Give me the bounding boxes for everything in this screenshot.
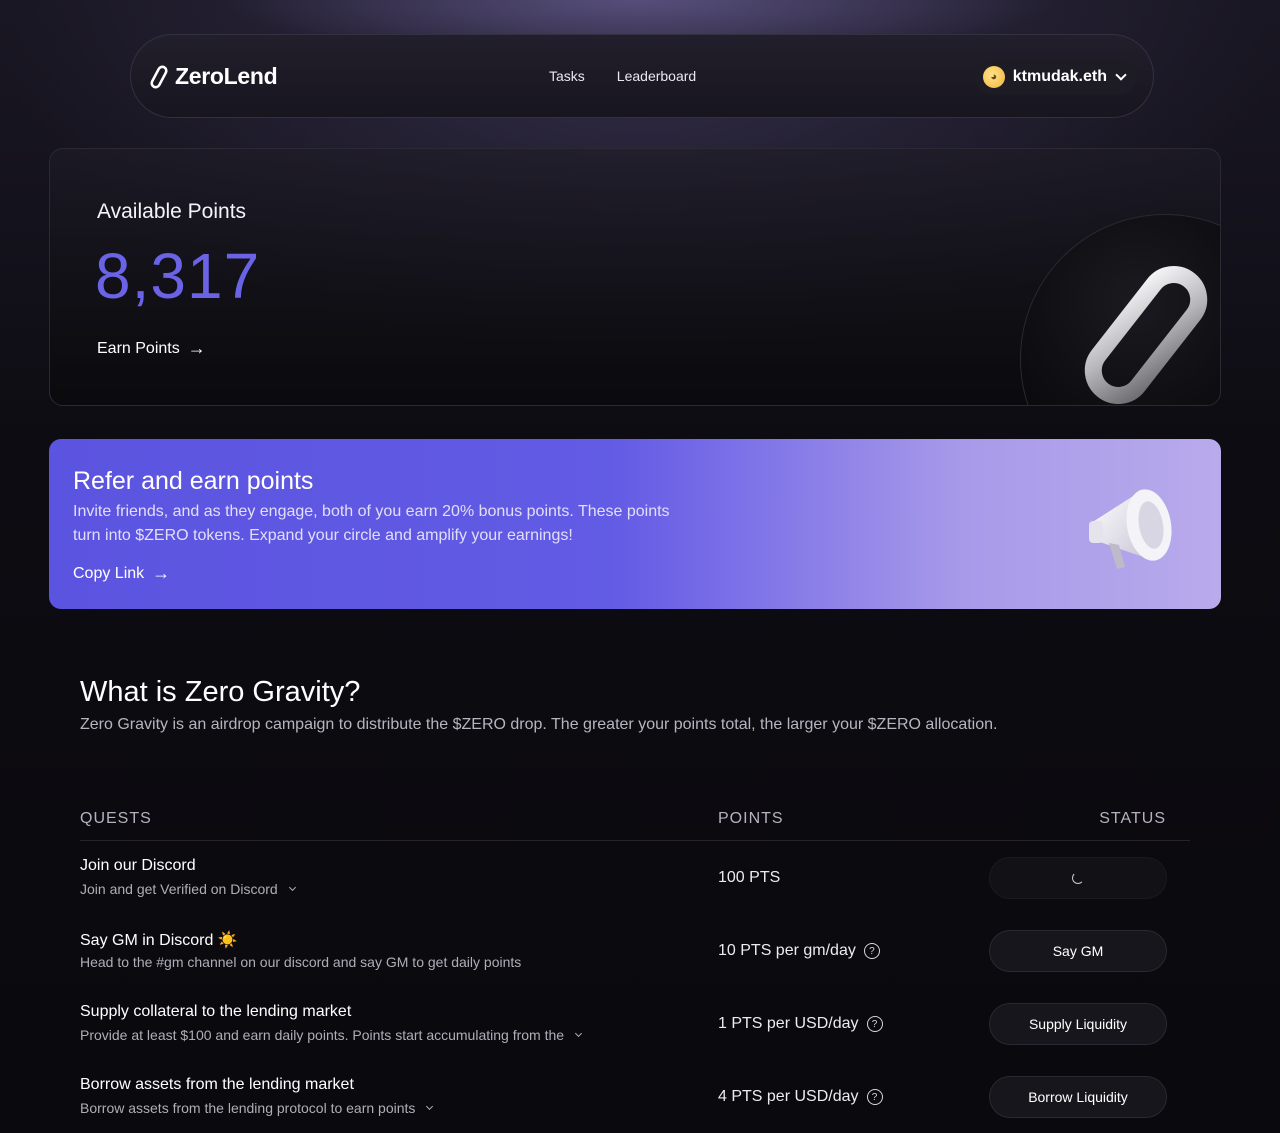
points-label: Available Points	[97, 200, 247, 223]
points-value: 8,317	[95, 240, 261, 312]
quest-title: Say GM in Discord ☀️	[80, 932, 238, 949]
help-icon[interactable]: ?	[863, 943, 880, 959]
about-title: What is Zero Gravity?	[80, 676, 361, 708]
megaphone-icon	[1079, 471, 1189, 586]
arrow-right-icon: →	[187, 338, 206, 358]
top-navbar: ZeroLend Tasks Leaderboard ◕ ktmudak.eth	[130, 34, 1154, 118]
copy-link-label: Copy Link	[73, 564, 145, 582]
header-status: STATUS	[1099, 810, 1166, 827]
chevron-down-icon	[575, 1029, 583, 1038]
brand-name: ZeroLend	[175, 63, 278, 89]
earn-points-label: Earn Points	[97, 339, 180, 357]
nav-leaderboard[interactable]: Leaderboard	[617, 68, 696, 84]
chevron-down-icon	[426, 1102, 434, 1111]
quest-title: Supply collateral to the lending market	[80, 1003, 352, 1020]
header-points: POINTS	[718, 810, 784, 827]
points-card: Available Points 8,317 Earn Points →	[49, 148, 1221, 406]
about-description: Zero Gravity is an airdrop campaign to d…	[80, 716, 998, 733]
borrow-liquidity-button[interactable]: Borrow Liquidity	[989, 1076, 1167, 1118]
table-row: Join our Discord Join and get Verified o…	[80, 841, 1190, 914]
say-gm-button[interactable]: Say GM	[989, 930, 1167, 972]
user-name: ktmudak.eth	[1012, 68, 1107, 85]
refer-title: Refer and earn points	[73, 467, 314, 495]
help-icon[interactable]: ?	[866, 1089, 883, 1105]
zero-3d-icon	[1084, 266, 1208, 404]
nav-tasks[interactable]: Tasks	[549, 68, 585, 84]
avatar: ◕	[982, 66, 1005, 88]
quest-points: 4 PTS per USD/day ?	[718, 1088, 883, 1106]
zerolend-logo-icon	[149, 65, 169, 89]
chevron-down-icon	[1115, 69, 1127, 81]
header-quests: QUESTS	[80, 810, 152, 827]
quest-subtitle-text: Head to the #gm channel on our discord a…	[80, 954, 522, 970]
quest-subtitle[interactable]: Borrow assets from the lending protocol …	[80, 1100, 434, 1116]
quest-points-text: 10 PTS per gm/day	[718, 942, 856, 959]
copy-link-button[interactable]: Copy Link →	[73, 563, 170, 584]
quest-status-loading	[989, 857, 1167, 899]
supply-liquidity-button[interactable]: Supply Liquidity	[989, 1003, 1167, 1045]
arrow-right-icon: →	[152, 563, 171, 583]
quest-points: 100 PTS	[718, 869, 781, 886]
help-icon[interactable]: ?	[866, 1016, 883, 1032]
earn-points-link[interactable]: Earn Points →	[97, 338, 206, 359]
quest-subtitle-text: Join and get Verified on Discord	[80, 881, 278, 897]
table-row: Say GM in Discord ☀️ Head to the #gm cha…	[80, 914, 1190, 987]
quest-title: Borrow assets from the lending market	[80, 1076, 354, 1093]
quest-points: 1 PTS per USD/day ?	[718, 1015, 883, 1033]
quest-subtitle-text: Provide at least $100 and earn daily poi…	[80, 1027, 565, 1043]
refer-description: Invite friends, and as they engage, both…	[73, 503, 670, 544]
quests-table: QUESTS POINTS STATUS Join our Discord Jo…	[80, 810, 1190, 1133]
quest-title: Join our Discord	[80, 857, 196, 874]
brand-logo[interactable]: ZeroLend	[149, 63, 278, 90]
quest-subtitle[interactable]: Provide at least $100 and earn daily poi…	[80, 1027, 583, 1043]
table-row: Supply collateral to the lending market …	[80, 987, 1190, 1060]
table-header: QUESTS POINTS STATUS	[80, 810, 1190, 841]
chevron-down-icon	[288, 883, 296, 892]
quest-points-text: 4 PTS per USD/day	[718, 1088, 859, 1105]
quest-subtitle-text: Borrow assets from the lending protocol …	[80, 1100, 416, 1116]
quest-subtitle: Head to the #gm channel on our discord a…	[80, 954, 521, 970]
spinner-icon	[1072, 872, 1084, 884]
user-menu[interactable]: ◕ ktmudak.eth	[974, 59, 1137, 95]
quest-subtitle[interactable]: Join and get Verified on Discord	[80, 881, 296, 897]
table-row: Borrow assets from the lending market Bo…	[80, 1060, 1190, 1133]
refer-banner: Refer and earn points Invite friends, an…	[49, 439, 1221, 609]
quest-points: 10 PTS per gm/day ?	[718, 942, 880, 960]
zero-illustration	[1020, 214, 1220, 405]
quest-points-text: 1 PTS per USD/day	[718, 1015, 859, 1032]
